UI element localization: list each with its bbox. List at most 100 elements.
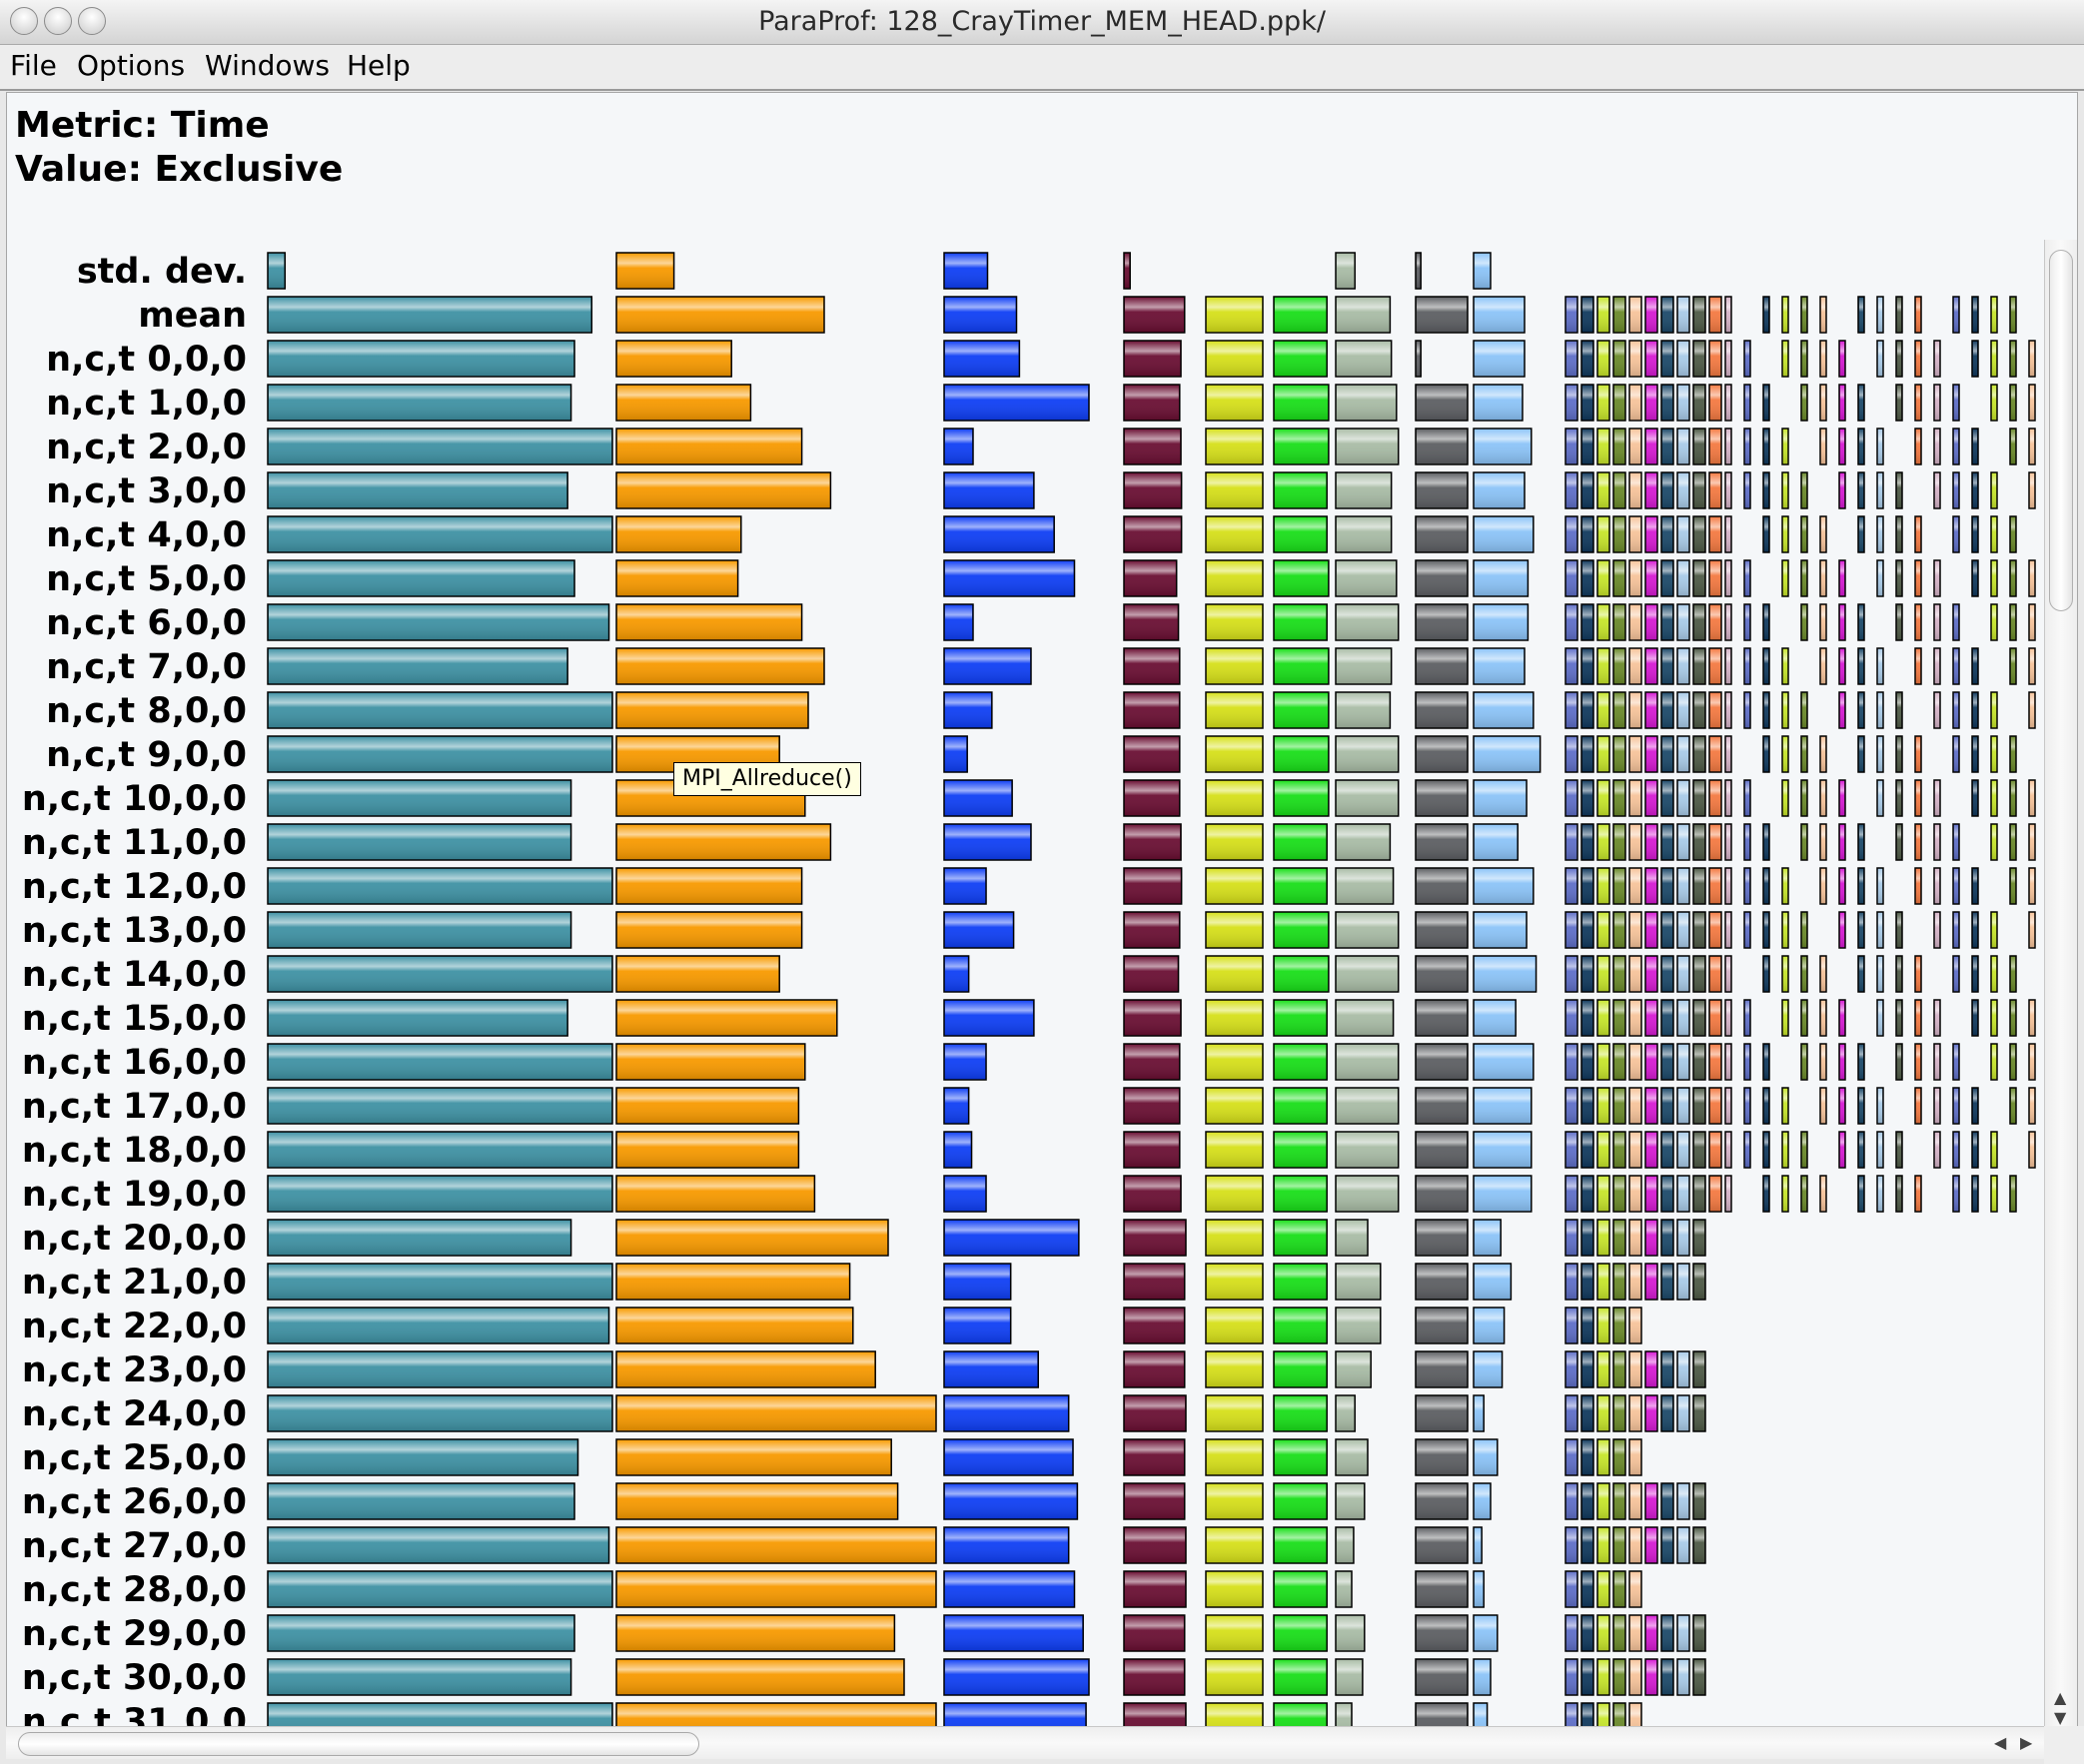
function-bar[interactable] (1273, 955, 1330, 993)
function-bar-small[interactable] (1781, 428, 1789, 465)
function-bar-small[interactable] (1819, 955, 1827, 993)
function-bar-small[interactable] (1564, 779, 1578, 817)
function-bar[interactable] (1473, 735, 1542, 773)
function-bar[interactable] (1335, 911, 1400, 949)
function-bar-small[interactable] (1660, 867, 1674, 905)
function-bar[interactable] (1273, 1307, 1328, 1344)
function-bar[interactable] (1205, 647, 1264, 685)
function-bar-small[interactable] (1895, 1043, 1903, 1081)
function-bar-small[interactable] (1676, 691, 1690, 729)
function-bar[interactable] (1335, 603, 1400, 641)
function-bar-small[interactable] (1676, 999, 1690, 1037)
function-bar[interactable] (1473, 1131, 1533, 1169)
function-bar-small[interactable] (1971, 779, 1979, 817)
function-bar-small[interactable] (1580, 340, 1594, 378)
function-bar-small[interactable] (1660, 559, 1674, 597)
function-bar[interactable] (1205, 1175, 1264, 1213)
function-bar-small[interactable] (1743, 384, 1751, 422)
function-bar[interactable] (943, 691, 993, 729)
function-bar-small[interactable] (1596, 999, 1610, 1037)
function-bar-small[interactable] (1876, 779, 1884, 817)
function-bar-small[interactable] (1724, 471, 1732, 509)
function-bar-small[interactable] (1692, 735, 1706, 773)
function-bar-small[interactable] (1580, 603, 1594, 641)
function-bar-small[interactable] (1762, 428, 1770, 465)
function-bar-small[interactable] (1952, 647, 1960, 685)
function-bar-small[interactable] (1564, 1658, 1578, 1696)
function-bar-small[interactable] (1724, 340, 1732, 378)
function-bar-small[interactable] (1914, 647, 1922, 685)
function-bar-small[interactable] (1596, 340, 1610, 378)
function-bar-small[interactable] (1800, 779, 1808, 817)
function-bar-small[interactable] (1580, 296, 1594, 334)
function-bar-small[interactable] (1660, 1350, 1674, 1388)
function-bar-small[interactable] (1676, 1175, 1690, 1213)
function-bar[interactable] (1123, 1614, 1186, 1652)
function-bar-small[interactable] (1660, 1219, 1674, 1257)
function-bar-small[interactable] (1628, 735, 1642, 773)
function-bar-small[interactable] (2009, 515, 2017, 553)
row-label[interactable]: n,c,t 6,0,0 (46, 603, 247, 643)
function-bar-small[interactable] (1762, 384, 1770, 422)
function-bar-small[interactable] (2028, 428, 2036, 465)
function-bar-small[interactable] (1628, 867, 1642, 905)
function-bar-small[interactable] (1612, 340, 1626, 378)
function-bar-small[interactable] (1781, 471, 1789, 509)
function-bar-small[interactable] (1971, 867, 1979, 905)
function-bar-small[interactable] (1708, 1131, 1722, 1169)
function-bar[interactable] (615, 867, 803, 905)
function-bar-small[interactable] (1914, 955, 1922, 993)
function-bar-small[interactable] (1564, 471, 1578, 509)
function-bar[interactable] (1273, 603, 1328, 641)
function-bar-small[interactable] (1800, 384, 1808, 422)
function-bar[interactable] (615, 1219, 889, 1257)
function-bar-small[interactable] (1660, 779, 1674, 817)
function-bar-small[interactable] (1800, 999, 1808, 1037)
function-bar-small[interactable] (1660, 691, 1674, 729)
function-bar-small[interactable] (1580, 823, 1594, 861)
function-bar-small[interactable] (1612, 1263, 1626, 1301)
function-bar-small[interactable] (1838, 1087, 1846, 1125)
function-bar-small[interactable] (1914, 428, 1922, 465)
function-bar-small[interactable] (1628, 559, 1642, 597)
function-bar[interactable] (1335, 1175, 1400, 1213)
function-bar-small[interactable] (1857, 647, 1865, 685)
function-bar-small[interactable] (1857, 428, 1865, 465)
function-bar-small[interactable] (1580, 1438, 1594, 1476)
function-bar-small[interactable] (1580, 735, 1594, 773)
function-bar-small[interactable] (1676, 1658, 1690, 1696)
function-bar-small[interactable] (1762, 1175, 1770, 1213)
function-bar[interactable] (1205, 471, 1264, 509)
function-bar[interactable] (1205, 559, 1264, 597)
function-bar-small[interactable] (1952, 1087, 1960, 1125)
function-bar-small[interactable] (1596, 1570, 1610, 1608)
function-bar-small[interactable] (1676, 1263, 1690, 1301)
function-bar[interactable] (1473, 911, 1528, 949)
function-bar[interactable] (267, 1482, 575, 1520)
function-bar-small[interactable] (1971, 735, 1979, 773)
function-bar[interactable] (267, 1175, 613, 1213)
function-bar-small[interactable] (1708, 515, 1722, 553)
function-bar[interactable] (943, 779, 1013, 817)
function-bar[interactable] (1273, 1614, 1328, 1652)
function-bar-small[interactable] (2028, 691, 2036, 729)
function-bar-small[interactable] (1838, 999, 1846, 1037)
function-bar-small[interactable] (1876, 340, 1884, 378)
function-bar[interactable] (943, 867, 987, 905)
function-bar-small[interactable] (1612, 603, 1626, 641)
function-bar[interactable] (267, 559, 575, 597)
function-bar-small[interactable] (1660, 340, 1674, 378)
row-label[interactable]: n,c,t 3,0,0 (46, 471, 247, 511)
function-bar-small[interactable] (1895, 999, 1903, 1037)
function-bar-small[interactable] (1857, 1175, 1865, 1213)
function-bar-small[interactable] (1857, 691, 1865, 729)
row-label[interactable]: n,c,t 5,0,0 (46, 559, 247, 599)
function-bar[interactable] (943, 1043, 987, 1081)
function-bar-small[interactable] (1644, 1131, 1658, 1169)
function-bar-small[interactable] (1914, 823, 1922, 861)
function-bar[interactable] (1205, 603, 1264, 641)
function-bar-small[interactable] (1660, 999, 1674, 1037)
function-bar[interactable] (1205, 1394, 1264, 1432)
function-bar-small[interactable] (1800, 559, 1808, 597)
function-bar-small[interactable] (1895, 559, 1903, 597)
